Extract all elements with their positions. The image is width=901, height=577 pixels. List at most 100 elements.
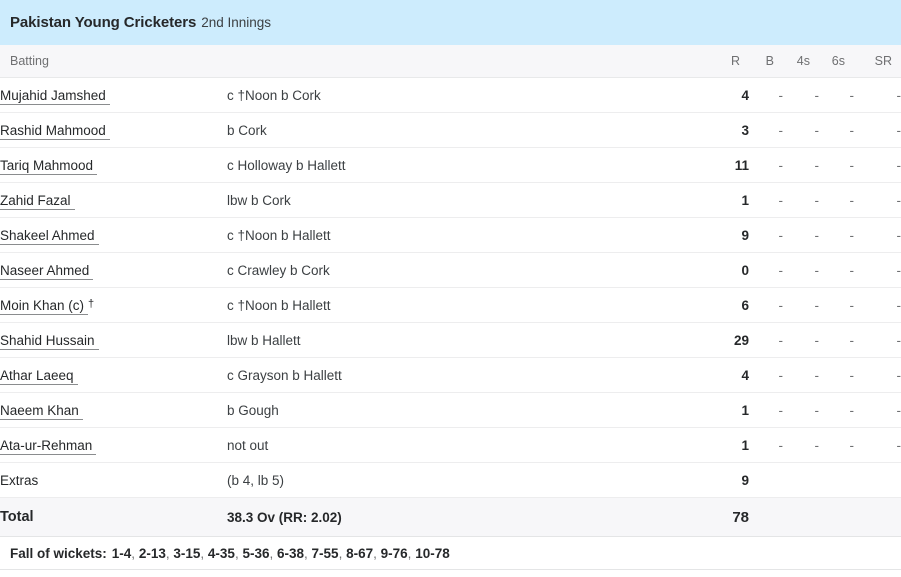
batsman-name-cell: Zahid Fazal (0, 183, 227, 218)
batsman-name-cell: Rashid Mahmood (0, 113, 227, 148)
player-link[interactable]: Shakeel Ahmed (0, 227, 99, 245)
total-overs-runrate: 38.3 Ov (RR: 2.02) (227, 509, 342, 525)
sixes-value: - (849, 262, 855, 278)
strike-rate-value: - (896, 437, 901, 453)
runs-value: 0 (741, 262, 749, 278)
fall-of-wicket-entry: 8-67 (346, 545, 374, 561)
fall-of-wicket-entry: 9-76 (380, 545, 408, 561)
balls-value: - (778, 437, 784, 453)
player-link[interactable]: Tariq Mahmood (0, 157, 98, 175)
batsman-name-cell: Shakeel Ahmed (0, 218, 227, 253)
extras-runs: 9 (741, 472, 749, 488)
player-link[interactable]: Zahid Fazal (0, 192, 75, 210)
column-header-strike-rate: SR (854, 45, 901, 78)
balls-value: - (778, 262, 784, 278)
runs-value: 9 (741, 227, 749, 243)
player-link[interactable]: Moin Khan (c) (0, 297, 89, 315)
balls-value: - (778, 402, 784, 418)
column-header-dismissal (227, 45, 702, 78)
balls-value: - (778, 367, 784, 383)
strike-rate-value: - (896, 227, 901, 243)
batsman-name-cell: Shahid Hussain (0, 323, 227, 358)
total-runs: 78 (732, 508, 749, 526)
player-link[interactable]: Ata-ur-Rehman (0, 437, 97, 455)
fall-of-wicket-separator: , (304, 545, 312, 561)
runs-value: 1 (741, 437, 749, 453)
dismissal-text: c Grayson b Hallett (227, 367, 342, 383)
dismissal-text: not out (227, 437, 269, 453)
table-row: Naeem Khan b Gough 1 - - - - (0, 393, 901, 428)
total-blank-sixes (819, 498, 854, 537)
extras-label-cell: Extras (0, 463, 227, 498)
strike-rate-value: - (896, 262, 901, 278)
total-label: Total (0, 509, 34, 525)
innings-scorecard: Pakistan Young Cricketers 2nd Innings Ba… (0, 0, 901, 577)
runs-value: 4 (741, 367, 749, 383)
fours-value: - (814, 367, 820, 383)
strike-rate-value: - (896, 157, 901, 173)
player-link[interactable]: Rashid Mahmood (0, 122, 110, 140)
runs-value: 3 (741, 122, 749, 138)
batsman-name-cell: Tariq Mahmood (0, 148, 227, 183)
card-bottom-spacer (0, 570, 901, 577)
fall-of-wicket-entry: 4-35 (207, 545, 235, 561)
batsman-name-cell: Naeem Khan (0, 393, 227, 428)
fall-of-wicket-entry: 7-55 (311, 545, 339, 561)
total-blank-fours (783, 498, 819, 537)
fours-value: - (814, 192, 820, 208)
strike-rate-value: - (896, 87, 901, 103)
column-header-runs: R (702, 45, 749, 78)
strike-rate-value: - (896, 297, 901, 313)
balls-value: - (778, 157, 784, 173)
dismissal-text: c †Noon b Cork (227, 87, 321, 103)
extras-blank-fours (783, 463, 819, 498)
batsman-name-cell: Ata-ur-Rehman (0, 428, 227, 463)
player-link[interactable]: Naseer Ahmed (0, 262, 94, 280)
balls-value: - (778, 87, 784, 103)
strike-rate-value: - (896, 332, 901, 348)
table-row: Ata-ur-Rehman not out 1 - - - - (0, 428, 901, 463)
table-row: Mujahid Jamshed c †Noon b Cork 4 - - - - (0, 78, 901, 113)
sixes-value: - (849, 87, 855, 103)
fall-of-wicket-separator: , (200, 545, 208, 561)
dismissal-text: c †Noon b Hallett (227, 297, 331, 313)
fall-of-wicket-entry: 5-36 (242, 545, 270, 561)
batsman-name-cell: Mujahid Jamshed (0, 78, 227, 113)
player-link[interactable]: Athar Laeeq (0, 367, 78, 385)
runs-value: 1 (741, 192, 749, 208)
fall-of-wicket-separator: , (373, 545, 381, 561)
strike-rate-value: - (896, 192, 901, 208)
sixes-value: - (849, 122, 855, 138)
column-header-fours: 4s (783, 45, 819, 78)
fall-of-wicket-entry: 3-15 (173, 545, 201, 561)
fall-of-wicket-separator: , (269, 545, 277, 561)
fours-value: - (814, 437, 820, 453)
total-blank-balls (749, 498, 783, 537)
extras-blank-sixes (819, 463, 854, 498)
balls-value: - (778, 227, 784, 243)
fours-value: - (814, 332, 820, 348)
runs-value: 1 (741, 402, 749, 418)
dismissal-text: c Crawley b Cork (227, 262, 330, 278)
strike-rate-value: - (896, 402, 901, 418)
batsman-name-cell: Moin Khan (c) † (0, 288, 227, 323)
sixes-value: - (849, 402, 855, 418)
batsman-name-cell: Naseer Ahmed (0, 253, 227, 288)
innings-number-label: 2nd Innings (201, 15, 271, 30)
sixes-value: - (849, 297, 855, 313)
player-link[interactable]: Mujahid Jamshed (0, 87, 110, 105)
balls-value: - (778, 297, 784, 313)
dismissal-text: b Cork (227, 122, 267, 138)
sixes-value: - (849, 367, 855, 383)
fall-of-wickets-label: Fall of wickets: (10, 545, 107, 561)
sixes-value: - (849, 157, 855, 173)
dismissal-text: lbw b Cork (227, 192, 291, 208)
extras-detail: (b 4, lb 5) (227, 472, 285, 488)
player-link[interactable]: Naeem Khan (0, 402, 83, 420)
runs-value: 29 (733, 332, 749, 348)
column-header-sixes: 6s (819, 45, 854, 78)
fall-of-wicket-entry: 6-38 (277, 545, 305, 561)
batting-table-body: Mujahid Jamshed c †Noon b Cork 4 - - - - Rashid… (0, 78, 901, 537)
player-link[interactable]: Shahid Hussain (0, 332, 99, 350)
balls-value: - (778, 122, 784, 138)
